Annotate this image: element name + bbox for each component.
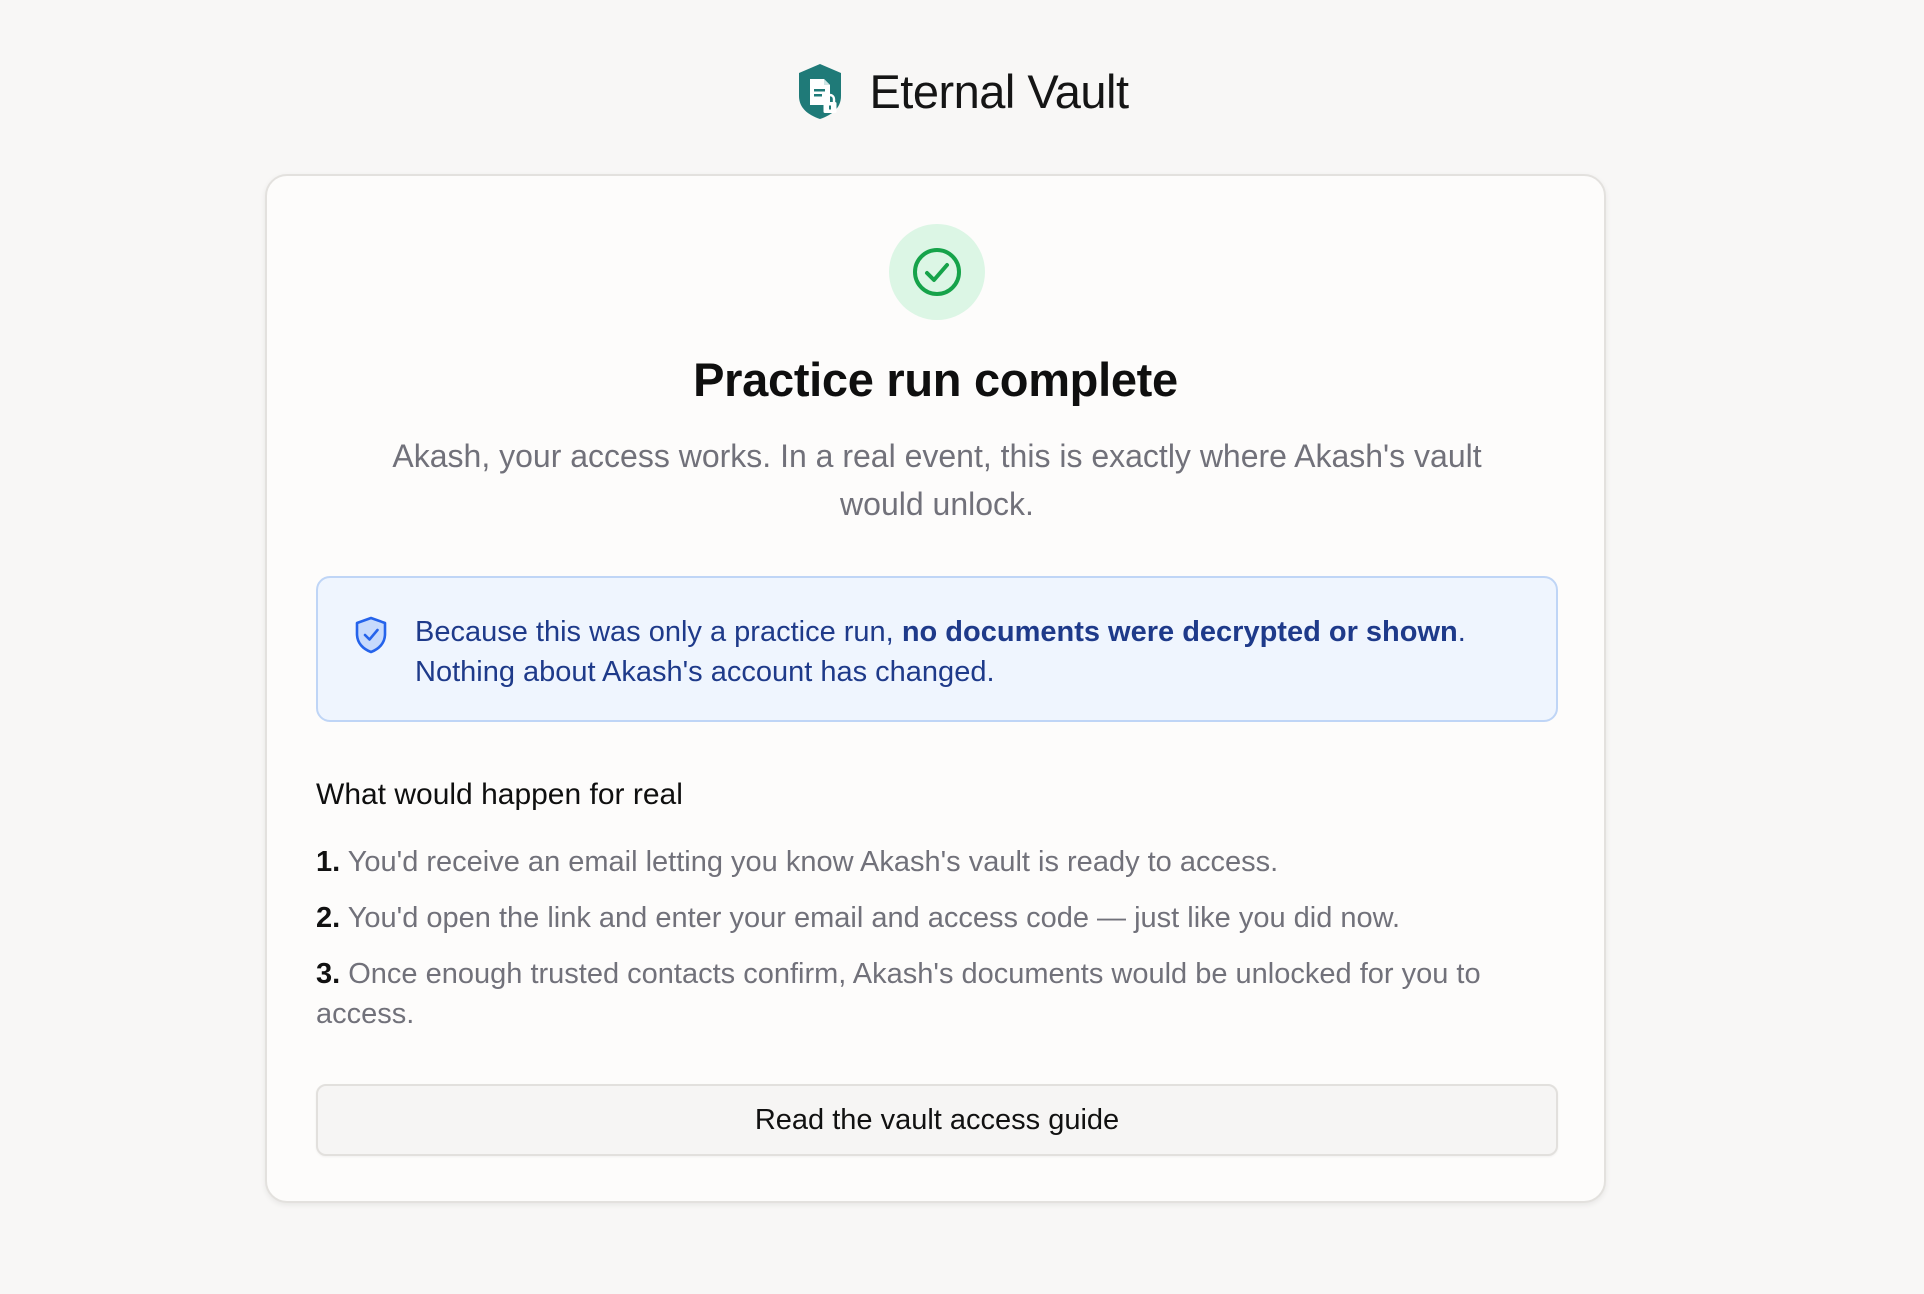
- step-item: 2. You'd open the link and enter your em…: [316, 898, 1558, 938]
- step-item: 1. You'd receive an email letting you kn…: [316, 842, 1558, 882]
- success-badge: [889, 224, 985, 320]
- read-guide-button[interactable]: Read the vault access guide: [316, 1084, 1558, 1156]
- vault-shield-document-lock-icon: [795, 62, 845, 120]
- step-text: You'd receive an email letting you know …: [347, 846, 1279, 878]
- check-circle-icon: [913, 248, 961, 296]
- section-title: What would happen for real: [316, 778, 683, 811]
- notice-text-line2: Nothing about Akash's account has change…: [415, 656, 995, 688]
- page-title: Practice run complete: [693, 353, 1178, 406]
- step-number: 1.: [316, 846, 341, 878]
- step-item: 3. Once enough trusted contacts confirm,…: [316, 954, 1558, 1034]
- brand-name: Eternal Vault: [869, 64, 1129, 118]
- practice-result-card: Practice run complete Akash, your access…: [265, 174, 1606, 1203]
- shield-check-icon: [355, 616, 387, 654]
- notice-text: Because this was only a practice run, no…: [415, 612, 1466, 692]
- brand-header: Eternal Vault: [0, 62, 1924, 120]
- page-subtitle: Akash, your access works. In a real even…: [392, 438, 1482, 522]
- notice-text-intro: Because this was only a practice run,: [415, 616, 902, 648]
- step-number: 2.: [316, 902, 341, 934]
- notice-text-emphasis: no documents were decrypted or shown: [901, 616, 1458, 648]
- step-text: Once enough trusted contacts confirm, Ak…: [316, 958, 1481, 1030]
- notice-text-period: .: [1457, 616, 1466, 648]
- step-number: 3.: [316, 958, 341, 990]
- steps-list: 1. You'd receive an email letting you kn…: [316, 842, 1558, 1050]
- practice-notice: Because this was only a practice run, no…: [316, 576, 1558, 722]
- step-text: You'd open the link and enter your email…: [347, 902, 1401, 934]
